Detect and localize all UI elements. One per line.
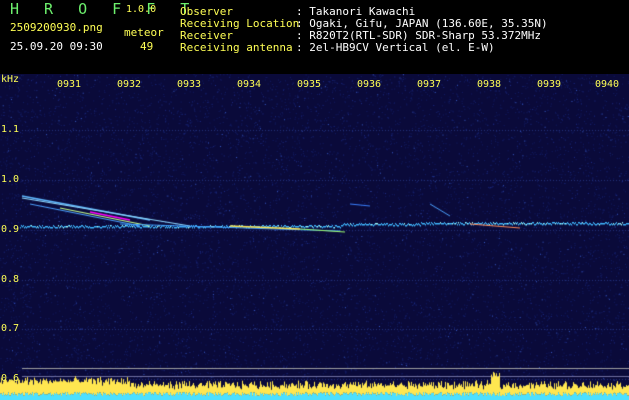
freq-tick: 1.1 <box>1 124 20 135</box>
time-tick: 0933 <box>176 79 202 90</box>
date-time: 25.09.20 09:30 <box>10 40 103 53</box>
time-tick: 0936 <box>356 79 382 90</box>
frequency-axis: 1.1 1.0 0.9 0.8 0.7 0.6 <box>0 74 20 400</box>
meta-value-antenna: : 2el-HB9CV Vertical (el. E-W) <box>296 41 495 54</box>
freq-tick: 0.7 <box>1 323 20 334</box>
freq-tick: 0.9 <box>1 224 20 235</box>
time-tick: 0939 <box>536 79 562 90</box>
time-tick: 0934 <box>236 79 262 90</box>
app-version: 1.0.0 <box>126 4 157 15</box>
time-tick: 0931 <box>56 79 82 90</box>
freq-tick: 1.0 <box>1 174 20 185</box>
file-name: 2509200930.png <box>10 21 103 34</box>
app-name: H R O F F T <box>10 0 198 18</box>
freq-tick: 0.8 <box>1 274 20 285</box>
header-panel: H R O F F T 1.0.0 2509200930.png meteor … <box>0 0 629 74</box>
time-axis: 0931 0932 0933 0934 0935 0936 0937 0938 … <box>0 79 629 93</box>
meteor-label: meteor <box>124 26 164 39</box>
time-tick: 0940 <box>594 79 620 90</box>
time-tick: 0935 <box>296 79 322 90</box>
spectrogram-canvas <box>0 74 629 400</box>
time-tick: 0938 <box>476 79 502 90</box>
meta-label-antenna: Receiving antenna <box>180 41 293 54</box>
time-tick: 0937 <box>416 79 442 90</box>
time-tick: 0932 <box>116 79 142 90</box>
freq-tick: 0.6 <box>1 373 20 384</box>
meteor-count: 49 <box>140 40 154 53</box>
